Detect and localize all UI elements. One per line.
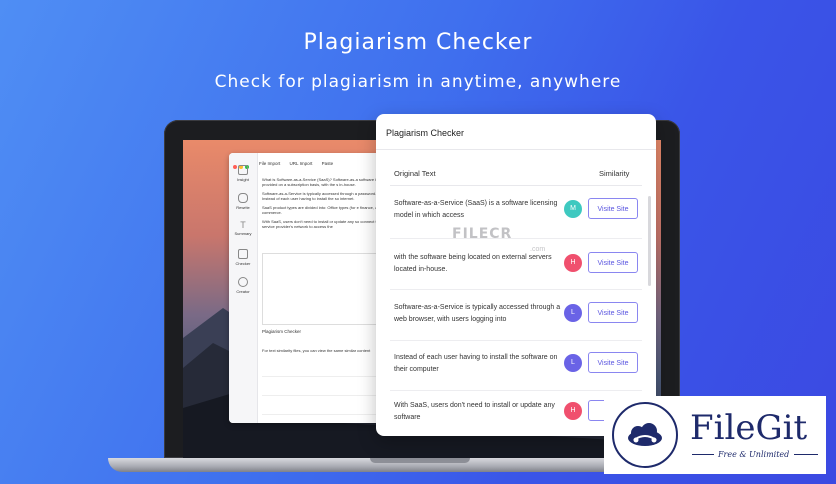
scrollbar[interactable]: [648, 196, 651, 286]
checker-label: Plagiarism Checker: [262, 329, 302, 334]
logo-emblem: [612, 402, 678, 468]
table-row: Instead of each user having to install t…: [376, 352, 656, 402]
visit-site-button[interactable]: Visite Site: [588, 302, 638, 323]
column-similarity: Similarity: [599, 169, 630, 178]
sidebar-item-checker[interactable]: Checker: [229, 249, 257, 266]
similarity-avatar: L: [564, 354, 582, 372]
visit-site-button[interactable]: Visite Site: [588, 198, 638, 219]
table-row: Software-as-a-Service (SaaS) is a softwa…: [376, 198, 656, 248]
divider: [390, 238, 642, 239]
similarity-avatar: L: [564, 304, 582, 322]
visit-site-button[interactable]: Visite Site: [588, 352, 638, 373]
editor-area[interactable]: [262, 253, 389, 325]
paragraph: What is Software-as-a-Service (SaaS)? So…: [262, 177, 379, 187]
divider: [390, 340, 642, 341]
paragraph: Software-as-a-Service is typically acces…: [262, 191, 377, 201]
logo-name: FileGit: [690, 408, 808, 448]
checker-icon: [238, 249, 248, 259]
divider: [390, 185, 642, 186]
similarity-avatar: H: [564, 402, 582, 420]
rewrite-icon: [238, 193, 248, 203]
cloud-icon: [628, 423, 662, 446]
sidebar-item-label: Checker: [235, 261, 251, 266]
sidebar-item-summary[interactable]: T Summary: [229, 220, 257, 237]
summary-icon: T: [240, 220, 246, 230]
checker-note: For text similarity files, you can view …: [262, 348, 371, 353]
original-text: Instead of each user having to install t…: [394, 354, 558, 373]
laptop-notch: [370, 458, 470, 463]
sidebar-item-label: Rewrite: [236, 205, 250, 210]
app-sidebar: Insight Rewrite T Summary Checker Creato…: [229, 153, 258, 423]
paragraph: SaaS product types are divided into: Off…: [262, 205, 387, 215]
sidebar-item-rewrite[interactable]: Rewrite: [229, 193, 257, 210]
filegit-logo: FileGit Free & Unlimited: [604, 396, 826, 474]
app-toolbar: File Import URL Import Paste: [259, 161, 389, 166]
visit-site-button[interactable]: Visite Site: [588, 252, 638, 273]
url-import-button[interactable]: URL Import: [290, 161, 313, 166]
file-import-button[interactable]: File Import: [259, 161, 280, 166]
logo-tagline: Free & Unlimited: [718, 450, 790, 459]
original-text: With SaaS, users don't need to install o…: [394, 402, 555, 421]
original-text: Software-as-a-Service is typically acces…: [394, 304, 561, 323]
table-row: Software-as-a-Service is typically acces…: [376, 302, 656, 352]
creator-icon: [238, 277, 248, 287]
original-text: Software-as-a-Service (SaaS) is a softwa…: [394, 200, 558, 219]
result-list: [262, 358, 387, 415]
similarity-avatar: M: [564, 200, 582, 218]
divider: [390, 289, 642, 290]
column-original-text: Original Text: [394, 169, 436, 178]
paragraph: With SaaS, users don't need to install o…: [262, 219, 386, 229]
sidebar-item-label: Creator: [236, 289, 250, 294]
paste-button[interactable]: Paste: [322, 161, 334, 166]
sidebar-item-label: Summary: [234, 231, 252, 236]
divider: [376, 149, 656, 150]
hero-subtitle: Check for plagiarism in anytime, anywher…: [214, 72, 622, 92]
sidebar-item-creator[interactable]: Creator: [229, 277, 257, 294]
original-text: with the software being located on exter…: [394, 254, 552, 273]
divider: [390, 390, 642, 391]
app-window: Insight Rewrite T Summary Checker Creato…: [229, 153, 389, 423]
panel-title: Plagiarism Checker: [386, 128, 465, 138]
similarity-avatar: H: [564, 254, 582, 272]
insight-icon: [238, 165, 248, 175]
sidebar-item-insight[interactable]: Insight: [229, 165, 257, 182]
hero-title: Plagiarism Checker: [303, 30, 533, 55]
watermark-sub: .com: [530, 246, 546, 253]
document-text[interactable]: What is Software-as-a-Service (SaaS)? So…: [262, 177, 389, 233]
table-row: with the software being located on exter…: [376, 252, 656, 302]
sidebar-item-label: Insight: [237, 177, 249, 182]
plagiarism-panel: Plagiarism Checker Original Text Similar…: [376, 114, 656, 436]
watermark-text: FILECR: [452, 226, 513, 242]
